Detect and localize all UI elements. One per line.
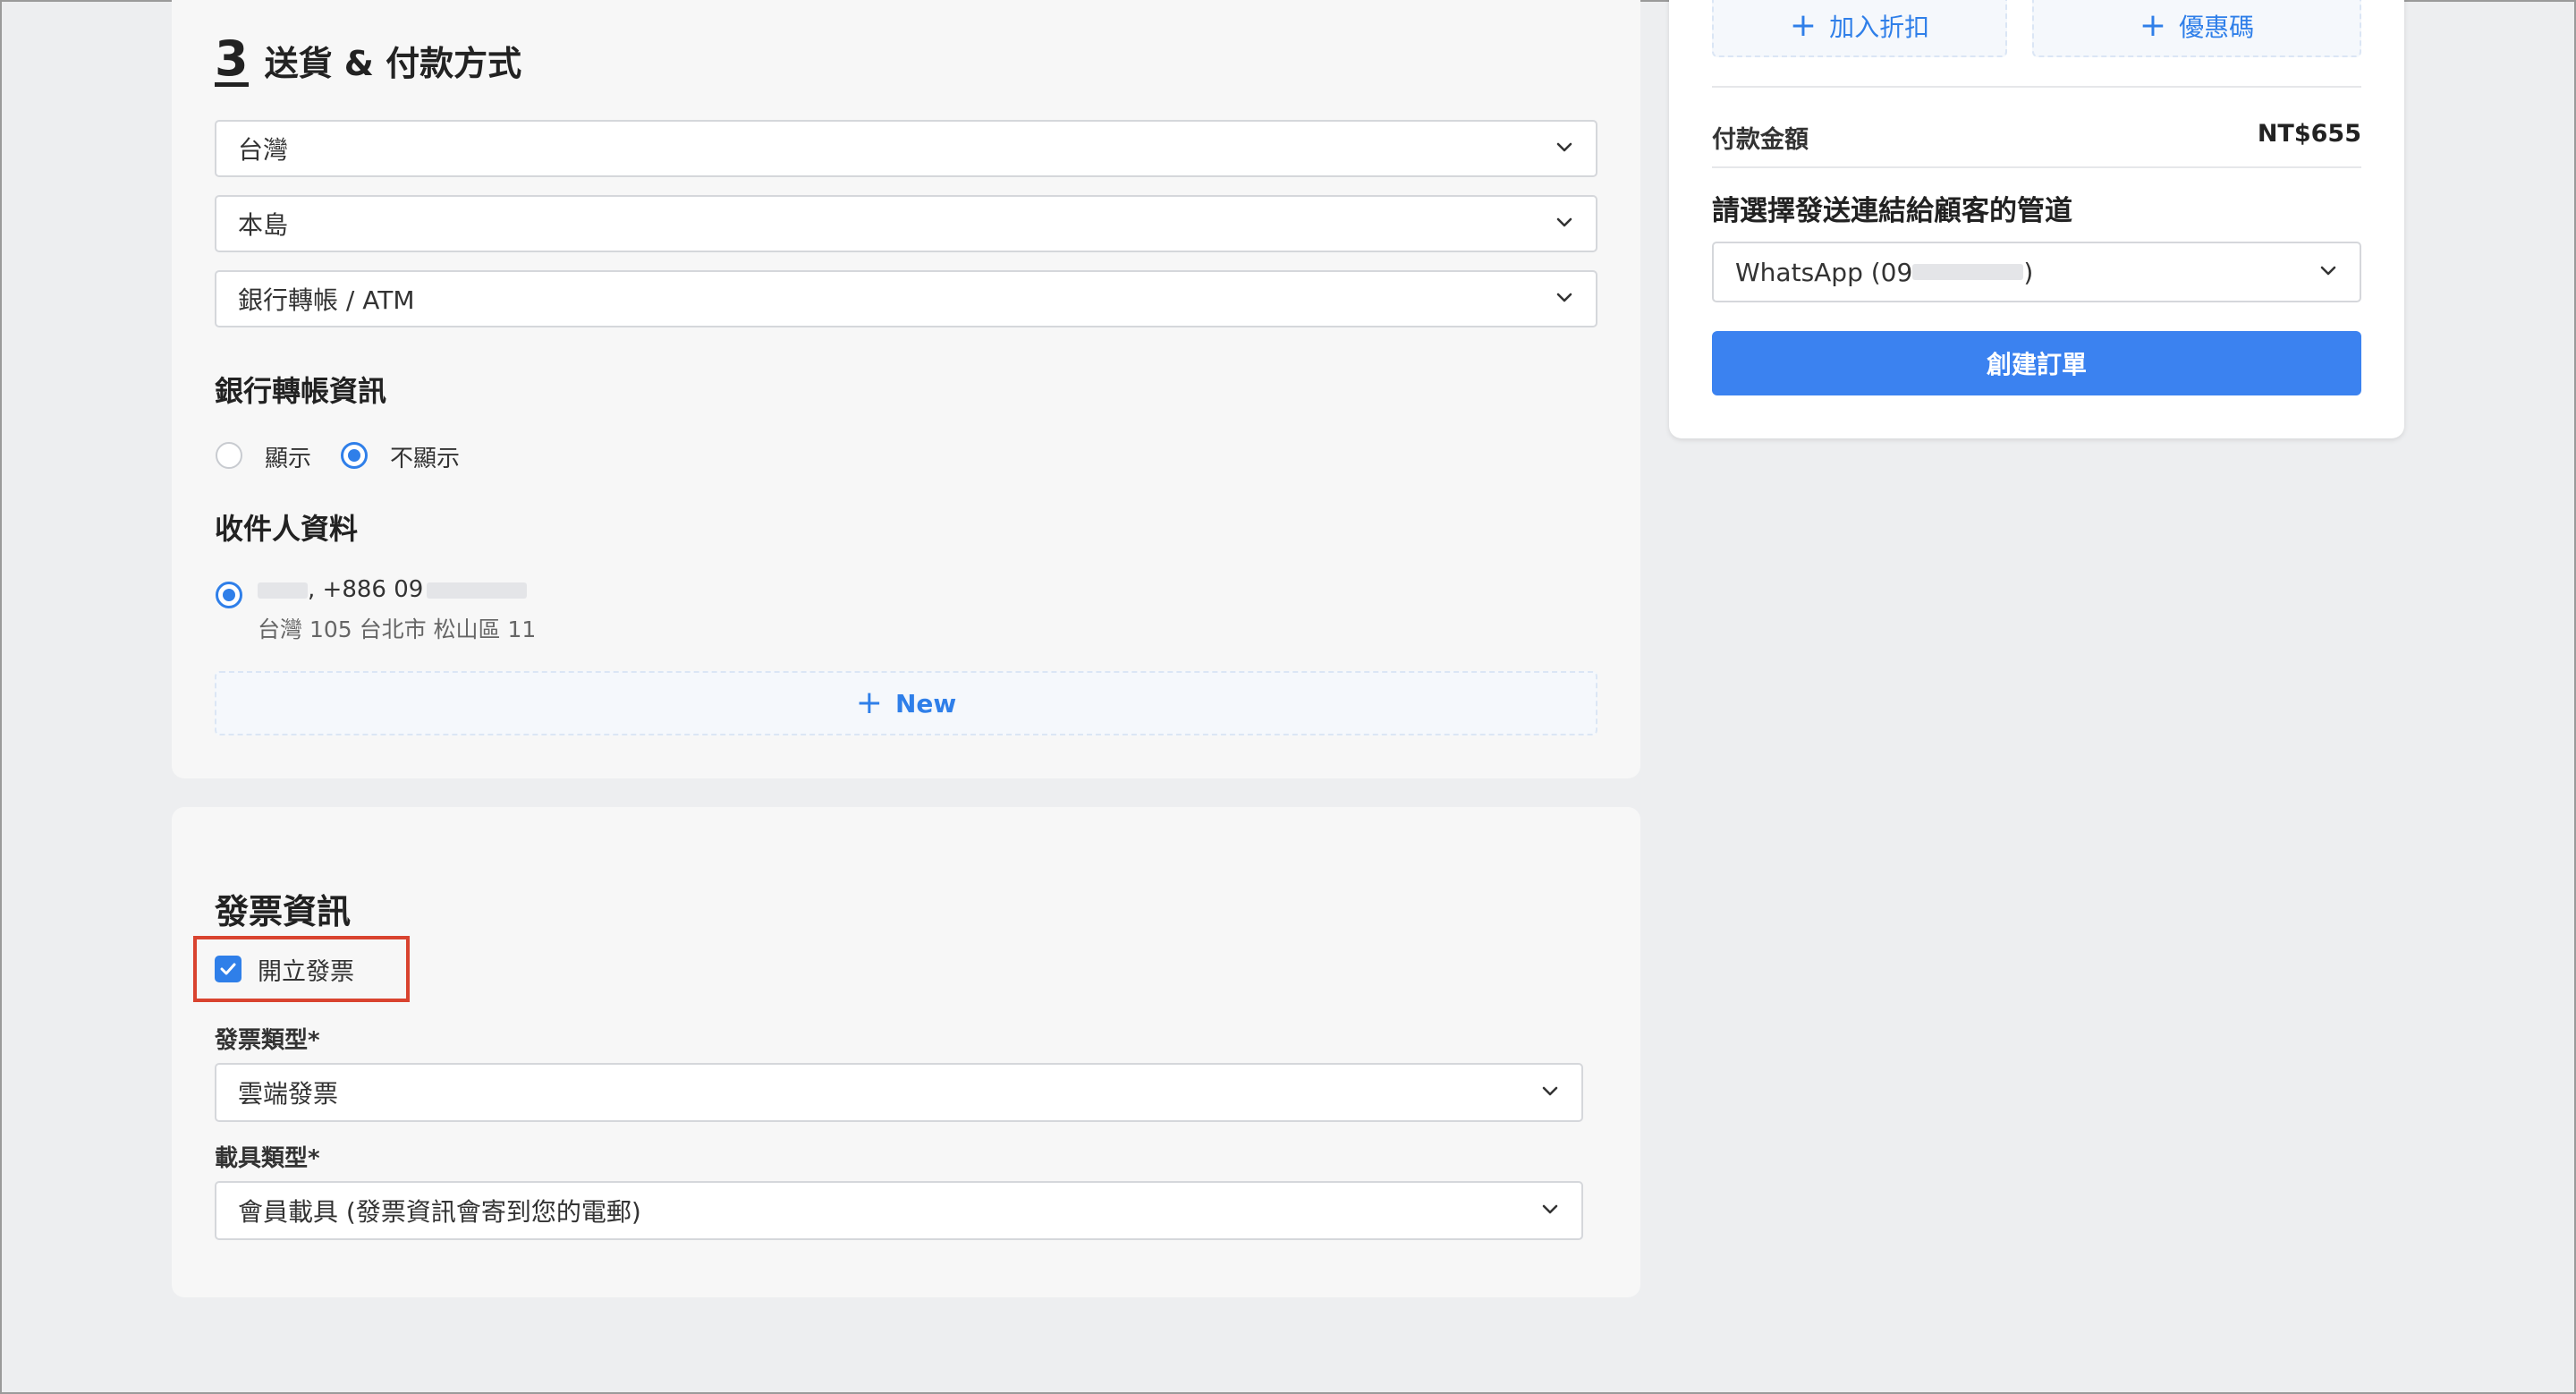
- summary-divider: [1712, 166, 2361, 168]
- region-select[interactable]: 本島: [215, 195, 1597, 252]
- masked-phone: [1912, 264, 2024, 280]
- recipient-address: 台灣 105 台北市 松山區 11: [258, 616, 537, 642]
- invoice-heading: 發票資訊: [215, 892, 352, 931]
- recipient-heading: 收件人資料: [215, 512, 359, 546]
- country-select-value: 台灣: [238, 135, 289, 165]
- send-channel-value: WhatsApp (09: [1735, 257, 1913, 287]
- send-channel-select[interactable]: WhatsApp (09): [1712, 242, 2361, 302]
- new-recipient-button[interactable]: + New: [215, 671, 1597, 735]
- plus-icon: +: [2139, 7, 2167, 44]
- summary-divider: [1712, 86, 2361, 88]
- recipient-name-phone: , +886 09: [258, 576, 528, 603]
- bank-info-show-label[interactable]: 顯示: [265, 440, 311, 473]
- step-number: 3: [215, 30, 249, 87]
- invoice-type-select[interactable]: 雲端發票: [215, 1063, 1583, 1122]
- chevron-down-icon: [2320, 266, 2336, 276]
- payment-amount-value: NT$655: [2257, 120, 2361, 148]
- check-icon: [220, 963, 236, 975]
- add-discount-label: 加入折扣: [1829, 13, 1930, 42]
- chevron-down-icon: [1542, 1204, 1558, 1214]
- add-discount-button[interactable]: + 加入折扣: [1712, 0, 2007, 57]
- section-title: 送貨 & 付款方式: [264, 44, 522, 83]
- issue-invoice-checkbox[interactable]: [215, 956, 242, 982]
- chevron-down-icon: [1556, 217, 1572, 227]
- chevron-down-icon: [1556, 293, 1572, 302]
- bank-info-show-radio[interactable]: [216, 442, 242, 469]
- payment-method-select[interactable]: 銀行轉帳 / ATM: [215, 270, 1597, 327]
- payment-method-value: 銀行轉帳 / ATM: [238, 285, 415, 315]
- send-channel-value-end: ): [2023, 257, 2034, 287]
- masked-name: [258, 582, 308, 599]
- carrier-type-select[interactable]: 會員載具 (發票資訊會寄到您的電郵): [215, 1181, 1583, 1240]
- invoice-type-value: 雲端發票: [238, 1079, 339, 1109]
- recipient-phone: , +886 09: [308, 576, 424, 603]
- coupon-button[interactable]: + 優惠碼: [2032, 0, 2361, 57]
- carrier-type-label: 載具類型*: [215, 1145, 320, 1172]
- shipping-payment-card: [172, 0, 1640, 778]
- plus-icon: +: [855, 684, 883, 721]
- recipient-radio[interactable]: [216, 582, 242, 608]
- region-select-value: 本島: [238, 210, 289, 240]
- channel-heading: 請選擇發送連結給顧客的管道: [1712, 195, 2072, 227]
- plus-icon: +: [1789, 7, 1818, 44]
- coupon-label: 優惠碼: [2179, 13, 2255, 42]
- new-recipient-label: New: [894, 688, 957, 718]
- shipping-section-heading: 3 送貨 & 付款方式: [215, 30, 522, 87]
- payment-amount-label: 付款金額: [1712, 126, 1809, 154]
- country-select[interactable]: 台灣: [215, 120, 1597, 177]
- bank-info-hide-radio[interactable]: [341, 442, 368, 469]
- bank-info-hide-label[interactable]: 不顯示: [390, 440, 460, 473]
- carrier-type-value: 會員載具 (發票資訊會寄到您的電郵): [238, 1197, 641, 1227]
- masked-phone: [427, 582, 528, 599]
- create-order-label: 創建訂單: [1986, 350, 2087, 379]
- issue-invoice-label[interactable]: 開立發票: [258, 952, 354, 987]
- invoice-type-label: 發票類型*: [215, 1027, 320, 1054]
- bank-info-heading: 銀行轉帳資訊: [215, 374, 387, 408]
- chevron-down-icon: [1556, 142, 1572, 152]
- chevron-down-icon: [1542, 1086, 1558, 1096]
- create-order-button[interactable]: 創建訂單: [1712, 331, 2361, 395]
